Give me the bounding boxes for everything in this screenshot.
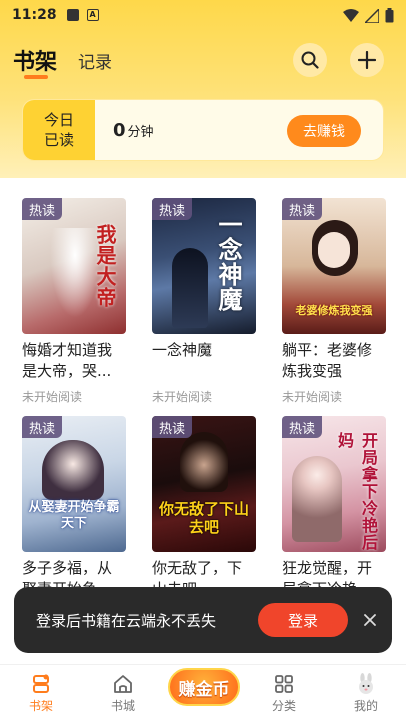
toast-message: 登录后书籍在云端永不丢失: [36, 611, 217, 630]
book-cover[interactable]: 一念神魔 热读: [152, 198, 256, 334]
hot-tag: 热读: [282, 416, 322, 438]
search-button[interactable]: [293, 43, 327, 77]
book-card[interactable]: 我是大帝 热读 悔婚才知道我是大帝，哭... 未开始阅读: [22, 198, 126, 405]
cover-text: 我是大帝: [93, 224, 117, 308]
badge-line2: 已读: [43, 131, 74, 149]
hot-tag: 热读: [282, 198, 322, 220]
book-card[interactable]: 从娶妻开始争霸天下 热读 多子多福，从娶妻开始争...: [22, 416, 126, 606]
book-cover[interactable]: 我是大帝 热读: [22, 198, 126, 334]
book-cover[interactable]: 从娶妻开始争霸天下 热读: [22, 416, 126, 552]
wifi-icon: [343, 8, 359, 22]
book-title: 悔婚才知道我是大帝，哭...: [22, 341, 113, 380]
book-card[interactable]: 一念神魔 热读 一念神魔 未开始阅读: [152, 198, 256, 405]
book-title: 躺平：老婆修炼我变强: [282, 341, 373, 380]
cover-text: 老婆修炼我变强: [295, 304, 373, 317]
notification-icon: [66, 9, 79, 21]
nav-label: 我的: [353, 699, 378, 713]
today-reading-card[interactable]: 今日 已读 0 分钟 去赚钱: [22, 99, 384, 161]
reading-minutes: 0 分钟: [113, 120, 154, 141]
hot-tag: 热读: [152, 416, 192, 438]
close-icon: [364, 614, 376, 626]
book-card[interactable]: 老婆修炼我变强 热读 躺平：老婆修炼我变强 未开始阅读: [282, 198, 386, 405]
tab-bookshelf[interactable]: 书架: [13, 44, 57, 76]
add-book-button[interactable]: [350, 43, 384, 77]
book-card[interactable]: 开局拿下冷艳后妈 热读 狂龙觉醒，开局拿下冷艳...: [282, 416, 386, 606]
reading-status: 未开始阅读: [282, 390, 343, 404]
nav-label: 书城: [110, 699, 135, 713]
minutes-unit: 分钟: [127, 124, 154, 140]
book-cover[interactable]: 老婆修炼我变强 热读: [282, 198, 386, 334]
book-card[interactable]: 你无敌了下山去吧 热读 你无敌了，下山去吧: [152, 416, 256, 606]
nav-category[interactable]: 分类: [254, 673, 314, 714]
today-read-badge: 今日 已读: [23, 100, 95, 160]
book-title: 一念神魔: [152, 341, 213, 359]
nav-mine[interactable]: 我的: [336, 673, 396, 714]
status-icons: [343, 8, 394, 23]
nav-label: 分类: [271, 699, 296, 713]
rabbit-avatar-icon: [359, 673, 373, 694]
minutes-value: 0: [113, 119, 126, 141]
status-time: 11:28: [12, 7, 57, 23]
cover-text: 一念神魔: [214, 212, 242, 312]
book-cover[interactable]: 开局拿下冷艳后妈 热读: [282, 416, 386, 552]
toast-close-button[interactable]: [360, 610, 380, 630]
plus-icon: [358, 51, 376, 69]
earn-money-button[interactable]: 去赚钱: [287, 115, 361, 147]
reading-status: 未开始阅读: [152, 390, 213, 404]
login-toast: 登录后书籍在云端永不丢失 登录: [14, 587, 392, 653]
app-notification-icon: A: [86, 9, 99, 21]
cover-text: 开局拿下冷艳后妈: [335, 432, 378, 551]
cover-text: 你无敌了下山去吧: [158, 500, 249, 536]
hot-tag: 热读: [152, 198, 192, 220]
book-cover[interactable]: 你无敌了下山去吧 热读: [152, 416, 256, 552]
tab-history[interactable]: 记录: [78, 48, 112, 73]
active-tab-indicator: [24, 75, 48, 79]
home-icon: [114, 675, 132, 693]
nav-label: 书架: [28, 699, 53, 713]
hot-tag: 热读: [22, 198, 62, 220]
earn-coins-button[interactable]: 赚金币: [168, 668, 240, 706]
signal-icon: [365, 8, 379, 23]
nav-shelf[interactable]: 书架: [11, 673, 71, 714]
bookshelf-icon: [33, 674, 49, 693]
battery-icon: [385, 8, 394, 23]
cover-text: 从娶妻开始争霸天下: [28, 500, 120, 531]
nav-bookstore[interactable]: 书城: [93, 673, 153, 714]
hot-tag: 热读: [22, 416, 62, 438]
grid-icon: [275, 675, 293, 693]
search-icon: [301, 51, 319, 69]
badge-line1: 今日: [43, 111, 74, 129]
reading-status: 未开始阅读: [22, 390, 83, 404]
login-button[interactable]: 登录: [258, 603, 348, 637]
